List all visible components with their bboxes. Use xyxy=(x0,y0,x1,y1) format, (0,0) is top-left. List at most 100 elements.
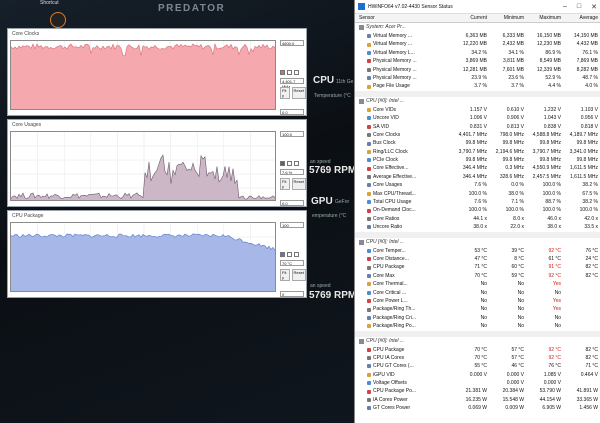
sensor-row[interactable]: Physical Memory ... 12,281 MB 7,601 MB 12,3… xyxy=(355,66,600,74)
sensor-row[interactable]: Ring/LLC Clock 3,790.7 MHz 2,194.6 MHz 3,79… xyxy=(355,148,600,156)
fit-y-button[interactable]: Fit y xyxy=(280,178,290,190)
sensor-row[interactable]: Physical Memory ... 23.9 % 23.6 % 52.9 % 48.… xyxy=(355,74,600,82)
graph-max-value[interactable]: 4600.0 xyxy=(280,40,304,46)
sensor-row[interactable]: Max CPU/Thread... 100.0 % 38.0 % 100.0 % 67.… xyxy=(355,190,600,198)
column-header-average[interactable]: Average xyxy=(563,15,600,21)
graph-window[interactable]: CPU Package 100 70 °C Fit y Reset 0 xyxy=(7,210,307,298)
reset-button[interactable]: Reset xyxy=(291,269,306,281)
sensor-row[interactable]: CPU Package 70 °C 57 °C 92 °C 82 °C xyxy=(355,346,600,354)
graph-color-chip[interactable] xyxy=(280,161,285,166)
sensor-row[interactable]: On-Demand Cloc... 100.0 % 100.0 % 100.0 % 10… xyxy=(355,206,600,214)
sensor-row[interactable]: Voltage Offsets 0.000 V 0.000 V xyxy=(355,379,600,387)
graph-min-value[interactable]: 0 xyxy=(280,291,304,297)
sensor-value: 12,230 MB xyxy=(536,41,561,48)
close-button[interactable]: ✕ xyxy=(591,3,597,11)
sensor-row[interactable]: Physical Memory ... 3,869 MB 3,811 MB 8,549… xyxy=(355,57,600,65)
column-header-sensor[interactable]: Sensor xyxy=(355,15,452,21)
sensor-row[interactable]: GT Cores Power 0.069 W 0.009 W 6.905 W 1.456… xyxy=(355,404,600,412)
sensor-row[interactable]: Core VIDs 1.157 V 0.610 V 1.232 V 1.103 V xyxy=(355,106,600,114)
sensor-group-header[interactable]: CPU [#0]: Intel ... xyxy=(355,336,600,346)
desktop-app-icon[interactable] xyxy=(50,12,66,28)
sensor-row[interactable]: Package/Ring Th... No No Yes xyxy=(355,305,600,313)
sensor-icon xyxy=(367,42,371,47)
sensor-row[interactable]: Uncore VID 1.006 V 0.906 V 1.043 V 0.956 V xyxy=(355,114,600,122)
sensor-row[interactable]: Core Usages 7.6 % 0.0 % 100.0 % 38.2 % xyxy=(355,181,600,189)
sensor-value: 6,363 MB xyxy=(465,33,487,39)
fit-y-button[interactable]: Fit y xyxy=(280,87,290,99)
sensor-row[interactable]: Package/Ring Po... No No No xyxy=(355,322,600,330)
sensor-value: 15.548 W xyxy=(502,396,524,403)
sensor-value: 22.0 x xyxy=(510,224,524,231)
sensor-row[interactable]: IA Cores Power 16.235 W 15.548 W 44.154 W 33… xyxy=(355,396,600,404)
graph-color-chip[interactable] xyxy=(287,161,292,166)
sensor-row[interactable]: SA VID 0.831 V 0.813 V 0.838 V 0.818 V xyxy=(355,123,600,131)
column-header-maximum[interactable]: Maximum xyxy=(526,15,563,21)
sensor-row[interactable]: Total CPU Usage 7.6 % 7.1 % 88.7 % 38.2 % xyxy=(355,198,600,206)
sensor-row[interactable]: Virtual Memory ... 6,363 MB 6,333 MB 16,150… xyxy=(355,32,600,40)
sensor-row[interactable]: Core Temper... 53 °C 39 °C 92 °C 76 °C xyxy=(355,247,600,255)
sensor-value: 39 °C xyxy=(511,247,524,254)
sensor-row[interactable]: Core Ratios 44.1 x 8.0 x 46.0 x 42.0 x xyxy=(355,215,600,223)
hwinfo-titlebar[interactable]: HWiNFO64 v7.02-4430 Sensor Status – □ ✕ xyxy=(355,0,600,14)
graph-color-chip[interactable] xyxy=(287,70,292,75)
graph-color-chip[interactable] xyxy=(294,70,299,75)
sensor-group-header[interactable]: System: Acer Pr... xyxy=(355,23,600,32)
sensor-row[interactable]: Bus Clock 99.8 MHz 99.8 MHz 99.8 MHz 99.8 MH… xyxy=(355,139,600,147)
fit-y-button[interactable]: Fit y xyxy=(280,269,290,281)
sensor-value: 3,341.0 MHz xyxy=(569,148,598,155)
maximize-button[interactable]: □ xyxy=(577,3,581,11)
sensor-name: Core Temper... xyxy=(373,247,406,254)
sensor-value: 99.8 MHz xyxy=(465,140,487,147)
graph-color-chip[interactable] xyxy=(280,70,285,75)
reset-button[interactable]: Reset xyxy=(291,178,306,190)
sensor-group-header[interactable]: CPU [#0]: Intel ... xyxy=(355,96,600,106)
sensor-row[interactable]: CPU Package 71 °C 60 °C 91 °C 82 °C xyxy=(355,263,600,271)
graph-window[interactable]: Core Clocks 4600.0 4,401.7 MHz Fit y Res… xyxy=(7,28,307,116)
minimize-button[interactable]: – xyxy=(563,3,567,11)
sensor-value: 46.0 x xyxy=(547,215,561,222)
sensor-value: 1.456 W xyxy=(579,405,598,412)
sensor-name: CPU Package xyxy=(373,264,405,271)
sensor-row[interactable]: CPU IA Cores 70 °C 57 °C 92 °C 82 °C xyxy=(355,354,600,362)
sensor-value: 3,790.7 MHz xyxy=(532,148,561,155)
sensor-icon xyxy=(367,389,371,394)
graph-color-chip[interactable] xyxy=(294,252,299,257)
sensor-row[interactable]: CPU GT Cores (... 55 °C 46 °C 76 °C 71 °C xyxy=(355,362,600,370)
sensor-value: 100.0 % xyxy=(468,190,487,197)
graph-min-value[interactable]: 0.0 xyxy=(280,200,304,206)
column-header-minimum[interactable]: Minimum xyxy=(489,15,526,21)
graph-color-chip[interactable] xyxy=(280,252,285,257)
graph-window[interactable]: Core Usages 100.0 7.6 % Fit y Reset 0.0 xyxy=(7,119,307,207)
graph-color-chip[interactable] xyxy=(287,252,292,257)
graph-min-value[interactable]: 0.0 xyxy=(280,109,304,115)
graph-color-chip[interactable] xyxy=(294,161,299,166)
column-header-current[interactable]: Current xyxy=(452,15,489,21)
sensor-row[interactable]: PCIe Clock 99.8 MHz 99.8 MHz 99.8 MHz 99.8 M… xyxy=(355,156,600,164)
sensor-row[interactable]: Page File Usage 3.7 % 3.7 % 4.4 % 4.0 % xyxy=(355,82,600,90)
sensor-value: 4,550.9 MHz xyxy=(532,165,561,172)
sensor-row[interactable]: Average Effective... 346.4 MHz 328.6 MHz 2,… xyxy=(355,173,600,181)
graph-max-value[interactable]: 100 xyxy=(280,222,304,228)
sensor-name: Core Clocks xyxy=(373,131,401,138)
sensor-row[interactable]: Virtual Memory L... 34.2 % 34.1 % 86.9 % 76.… xyxy=(355,49,600,57)
desktop-shortcut-label[interactable]: Shortcut xyxy=(40,0,59,6)
sensor-row[interactable]: CPU Package Po... 21.381 W 20.384 W 53.790 … xyxy=(355,387,600,395)
sensor-row[interactable]: Core Clocks 4,401.7 MHz 798.0 MHz 4,588.8 M… xyxy=(355,131,600,139)
sensor-row[interactable]: Core Distance... 47 °C 8 °C 61 °C 24 °C xyxy=(355,255,600,263)
sensor-value: 16.235 W xyxy=(465,396,487,403)
sensor-value: 53 °C xyxy=(474,247,487,254)
sensor-row[interactable]: Package/Ring Cri... No No No xyxy=(355,314,600,322)
sensor-row[interactable]: Core Thermal... No No Yes xyxy=(355,280,600,288)
reset-button[interactable]: Reset xyxy=(291,87,306,99)
sensor-value: 7.6 % xyxy=(474,199,487,206)
sensor-row[interactable]: Core Critical ... No No No xyxy=(355,289,600,297)
sensor-row[interactable]: Virtual Memory ... 12,220 MB 2,432 MB 12,23… xyxy=(355,40,600,48)
sensor-row[interactable]: Core Max 70 °C 59 °C 92 °C 82 °C xyxy=(355,272,600,280)
sensor-row[interactable]: iGPU VID 0.000 V 0.000 V 1.085 V 0.464 V xyxy=(355,371,600,379)
sensor-row[interactable]: Core Power L... No No Yes xyxy=(355,297,600,305)
sensor-row[interactable]: Core Effective... 346.4 MHz 0.3 MHz 4,550.9… xyxy=(355,164,600,172)
graph-current-value: 70 °C xyxy=(280,260,304,266)
sensor-group-header[interactable]: CPU [#0]: Intel ... xyxy=(355,237,600,247)
sensor-row[interactable]: Uncore Ratio 38.0 x 22.0 x 38.0 x 33.5 x xyxy=(355,223,600,231)
graph-max-value[interactable]: 100.0 xyxy=(280,131,304,137)
